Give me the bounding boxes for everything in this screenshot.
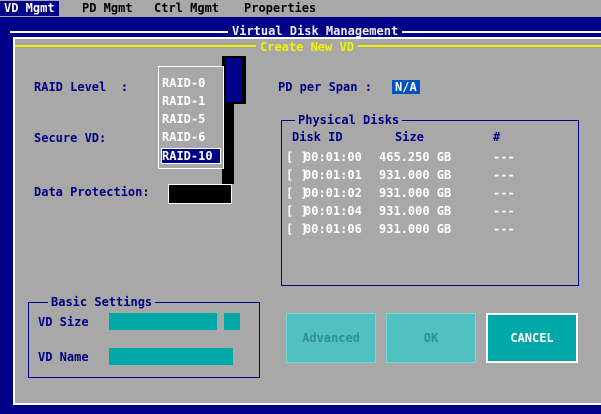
basic-settings-title: Basic Settings (48, 295, 156, 309)
disk-flag: --- (493, 150, 515, 164)
size-header: Size (395, 130, 424, 144)
disk-row[interactable]: [ ] 00:01:00 465.250 GB --- (286, 150, 566, 164)
disk-id-header: Disk ID (292, 130, 343, 144)
advanced-button[interactable]: Advanced (286, 313, 376, 363)
secure-vd-label: Secure VD: (34, 131, 107, 145)
vd-size-input[interactable] (109, 313, 217, 330)
disk-id: 00:01:02 (304, 186, 362, 200)
raid-level-dropdown[interactable]: RAID-0 RAID-1 RAID-5 RAID-6 RAID-10 (158, 66, 224, 169)
pd-per-span-label: PD per Span : (278, 80, 372, 94)
vd-size-unit-select[interactable] (224, 313, 240, 330)
disk-size: 931.000 GB (379, 222, 452, 236)
physical-disks-box (281, 120, 579, 286)
vd-name-label: VD Name (38, 350, 89, 364)
physical-disks-title: Physical Disks (295, 113, 403, 127)
disk-size: 931.000 GB (379, 186, 452, 200)
raid-field-highlight (226, 58, 242, 102)
raid-option-10[interactable]: RAID-10 (161, 148, 221, 164)
raid-level-label: RAID Level : (34, 80, 128, 94)
disk-id: 00:01:01 (304, 168, 362, 182)
flag-header: # (493, 130, 501, 144)
menu-ctrl-mgmt[interactable]: Ctrl Mgmt (150, 1, 223, 16)
data-protection-field[interactable] (168, 184, 232, 204)
disk-size: 931.000 GB (379, 204, 452, 218)
panel-title: Virtual Disk Management (228, 24, 403, 38)
disk-row[interactable]: [ ] 00:01:04 931.000 GB --- (286, 204, 566, 218)
disk-flag: --- (493, 204, 515, 218)
cancel-button[interactable]: CANCEL (486, 313, 578, 363)
disk-flag: --- (493, 168, 515, 182)
disk-size: 465.250 GB (379, 150, 452, 164)
raid-option-0[interactable]: RAID-0 (162, 76, 220, 90)
raid-option-6[interactable]: RAID-6 (162, 130, 220, 144)
disk-id: 00:01:00 (304, 150, 362, 164)
disk-row[interactable]: [ ] 00:01:01 931.000 GB --- (286, 168, 566, 182)
pd-per-span-value[interactable]: N/A (392, 80, 420, 94)
disk-row[interactable]: [ ] 00:01:02 931.000 GB --- (286, 186, 566, 200)
menu-bar: VD Mgmt PD Mgmt Ctrl Mgmt Properties (0, 0, 601, 17)
menu-pd-mgmt[interactable]: PD Mgmt (78, 1, 137, 16)
dialog-title: Create New VD (256, 40, 358, 54)
menu-properties[interactable]: Properties (240, 1, 320, 16)
data-protection-label: Data Protection: (34, 185, 150, 199)
vd-name-input[interactable] (109, 348, 233, 365)
disk-id: 00:01:04 (304, 204, 362, 218)
raid-option-1[interactable]: RAID-1 (162, 94, 220, 108)
disk-flag: --- (493, 186, 515, 200)
menu-vd-mgmt[interactable]: VD Mgmt (0, 1, 59, 16)
disk-size: 931.000 GB (379, 168, 452, 182)
vd-size-label: VD Size (38, 315, 89, 329)
disk-flag: --- (493, 222, 515, 236)
raid-option-5[interactable]: RAID-5 (162, 112, 220, 126)
disk-id: 00:01:06 (304, 222, 362, 236)
ok-button[interactable]: OK (386, 313, 476, 363)
disk-row[interactable]: [ ] 00:01:06 931.000 GB --- (286, 222, 566, 236)
